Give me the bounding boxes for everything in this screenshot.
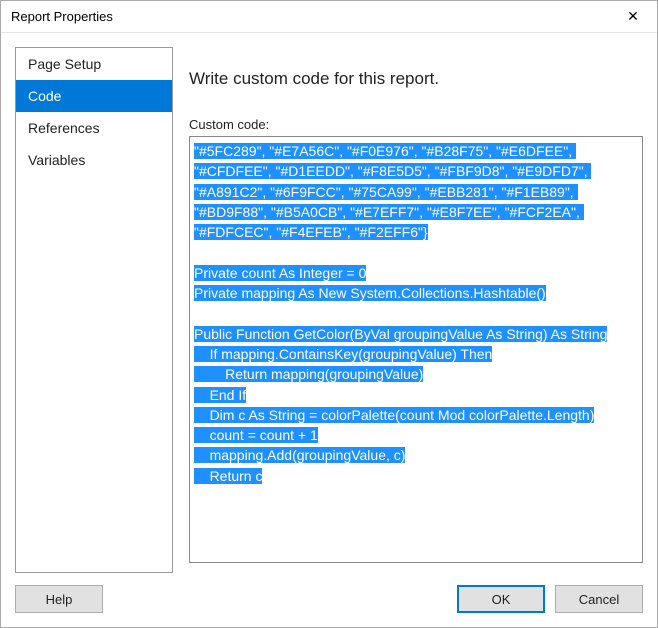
code-label: Custom code: <box>189 117 643 132</box>
custom-code-textarea[interactable]: "#5FC289", "#E7A56C", "#F0E976", "#B28F7… <box>189 136 643 563</box>
sidebar-item-page-setup[interactable]: Page Setup <box>16 48 172 80</box>
window-title: Report Properties <box>11 9 113 24</box>
cancel-button[interactable]: Cancel <box>555 585 643 613</box>
sidebar-item-code[interactable]: Code <box>16 80 172 112</box>
sidebar-item-label: Code <box>28 88 61 104</box>
content-area: Page Setup Code References Variables Wri… <box>1 33 657 573</box>
sidebar-item-references[interactable]: References <box>16 112 172 144</box>
button-row: Help OK Cancel <box>1 573 657 627</box>
sidebar-item-label: References <box>28 120 100 136</box>
ok-button[interactable]: OK <box>457 585 545 613</box>
help-button[interactable]: Help <box>15 585 103 613</box>
sidebar-item-label: Variables <box>28 152 85 168</box>
sidebar-item-label: Page Setup <box>28 56 101 72</box>
titlebar: Report Properties ✕ <box>1 1 657 33</box>
code-area-wrap: "#5FC289", "#E7A56C", "#F0E976", "#B28F7… <box>189 136 643 563</box>
close-icon: ✕ <box>627 8 639 25</box>
sidebar: Page Setup Code References Variables <box>15 47 173 573</box>
sidebar-item-variables[interactable]: Variables <box>16 144 172 176</box>
main-panel: Write custom code for this report. Custo… <box>189 47 643 573</box>
close-button[interactable]: ✕ <box>613 3 653 31</box>
instruction-text: Write custom code for this report. <box>189 69 643 89</box>
